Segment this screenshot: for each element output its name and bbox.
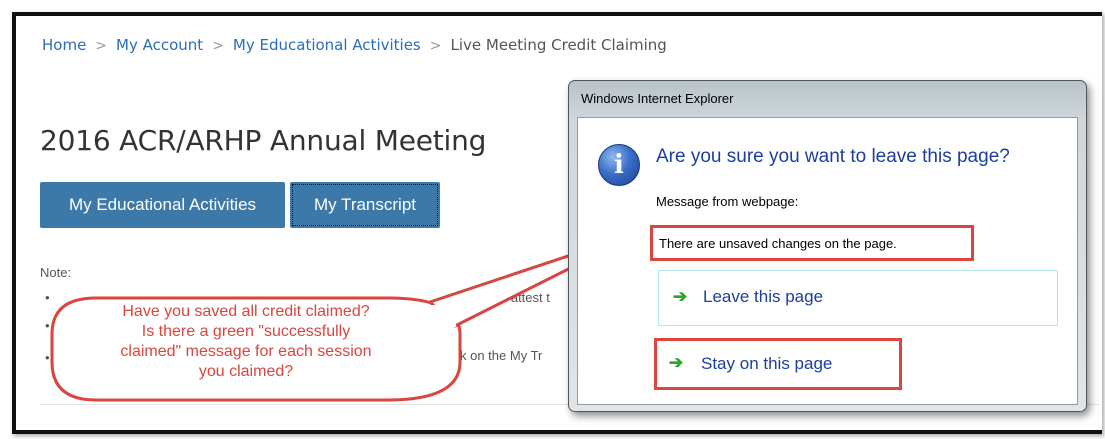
stay-on-this-page-label: Stay on this page <box>701 354 833 373</box>
callout-line: Is there a green "successfully <box>141 323 351 340</box>
callout-line: claimed" message for each session <box>120 343 372 360</box>
stay-on-this-page-button[interactable]: ➔ Stay on this page <box>654 338 902 390</box>
callout-text: Have you saved all credit claimed? Is th… <box>56 302 436 382</box>
leave-this-page-button[interactable]: ➔ Leave this page <box>658 270 1058 326</box>
callout-line: Have you saved all credit claimed? <box>122 303 370 320</box>
green-arrow-icon: ➔ <box>667 353 685 372</box>
dialog-question: Are you sure you want to leave this page… <box>656 146 1010 167</box>
dialog-body: i Are you sure you want to leave this pa… <box>577 117 1078 405</box>
info-icon: i <box>598 144 640 186</box>
callout-line: you claimed? <box>198 363 294 380</box>
leave-this-page-label: Leave this page <box>703 287 824 306</box>
dialog-title: Windows Internet Explorer <box>581 91 734 106</box>
leave-page-dialog: Windows Internet Explorer i Are you sure… <box>568 80 1087 412</box>
green-arrow-icon: ➔ <box>671 287 689 306</box>
dialog-message: There are unsaved changes on the page. <box>650 225 974 261</box>
dialog-from-label: Message from webpage: <box>656 194 799 209</box>
